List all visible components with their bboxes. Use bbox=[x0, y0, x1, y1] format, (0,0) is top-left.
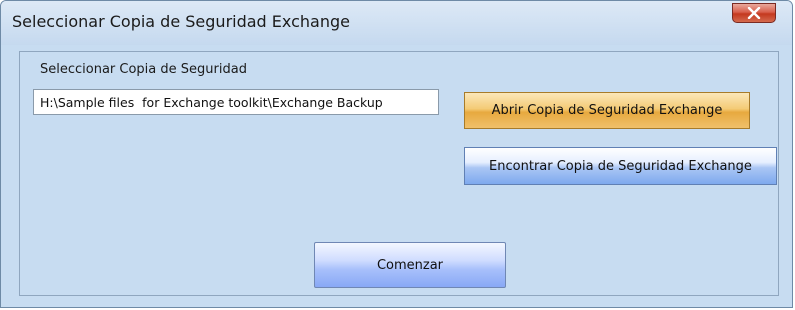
start-button[interactable]: Comenzar bbox=[314, 242, 506, 288]
window-title: Seleccionar Copia de Seguridad Exchange bbox=[12, 12, 350, 31]
open-exchange-backup-button[interactable]: Abrir Copia de Seguridad Exchange bbox=[464, 92, 750, 129]
dialog-window: Seleccionar Copia de Seguridad Exchange … bbox=[0, 0, 793, 308]
start-button-label: Comenzar bbox=[376, 257, 444, 273]
find-exchange-backup-button[interactable]: Encontrar Copia de Seguridad Exchange bbox=[464, 147, 777, 185]
backup-selection-label: Seleccionar Copia de Seguridad bbox=[40, 62, 247, 77]
close-icon bbox=[747, 7, 761, 19]
title-bar[interactable]: Seleccionar Copia de Seguridad Exchange bbox=[1, 1, 792, 45]
find-button-label: Encontrar Copia de Seguridad Exchange bbox=[489, 158, 752, 174]
backup-path-field[interactable] bbox=[33, 89, 439, 115]
close-button[interactable] bbox=[732, 3, 776, 23]
open-button-label: Abrir Copia de Seguridad Exchange bbox=[491, 103, 723, 118]
dialog-content-panel: Seleccionar Copia de Seguridad Abrir Cop… bbox=[19, 51, 779, 296]
